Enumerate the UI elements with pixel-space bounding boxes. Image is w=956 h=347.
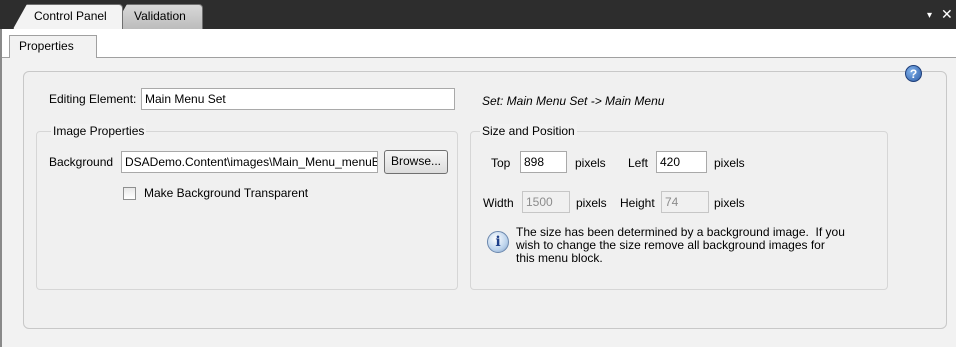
window-dropdown-icon[interactable]: ▾ [927, 9, 932, 23]
image-properties-title: Image Properties [51, 124, 147, 138]
tab-validation-label: Validation [134, 9, 186, 23]
left-unit: pixels [714, 156, 745, 170]
browse-button[interactable]: Browse... [384, 150, 448, 174]
width-label: Width [483, 196, 514, 210]
height-label: Height [620, 196, 655, 210]
height-input: 74 [661, 191, 709, 213]
tab-control-panel[interactable]: Control Panel [13, 4, 123, 29]
editing-element-input[interactable]: Main Menu Set [141, 88, 455, 110]
transparent-background-checkbox[interactable] [123, 187, 136, 200]
height-unit: pixels [714, 196, 745, 210]
tab-control-panel-label: Control Panel [34, 9, 107, 23]
left-label: Left [628, 156, 649, 170]
width-unit: pixels [576, 196, 607, 210]
size-position-title: Size and Position [480, 124, 577, 138]
background-label: Background [49, 155, 114, 169]
top-input[interactable]: 898 [520, 151, 567, 173]
tab-properties[interactable]: Properties [9, 35, 97, 58]
tab-properties-label: Properties [19, 39, 74, 53]
close-icon[interactable]: ✕ [941, 7, 953, 21]
editing-element-label: Editing Element: [49, 92, 137, 106]
set-path-text: Set: Main Menu Set -> Main Menu [482, 94, 665, 108]
document-tab-bar: Validation Control Panel ▾ ✕ [0, 0, 956, 29]
size-info-message: The size has been determined by a backgr… [516, 225, 845, 265]
info-icon: i [487, 231, 509, 253]
help-icon[interactable]: ? [905, 65, 922, 82]
transparent-background-label: Make Background Transparent [144, 186, 309, 200]
width-input: 1500 [522, 191, 570, 213]
properties-tab-strip: Properties [2, 29, 956, 58]
tab-validation[interactable]: Validation [113, 4, 203, 29]
left-input[interactable]: 420 [656, 151, 707, 173]
top-label: Top [491, 156, 511, 170]
background-path-input[interactable]: DSADemo.Content\images\Main_Menu_menuB [121, 151, 378, 173]
top-unit: pixels [575, 156, 606, 170]
